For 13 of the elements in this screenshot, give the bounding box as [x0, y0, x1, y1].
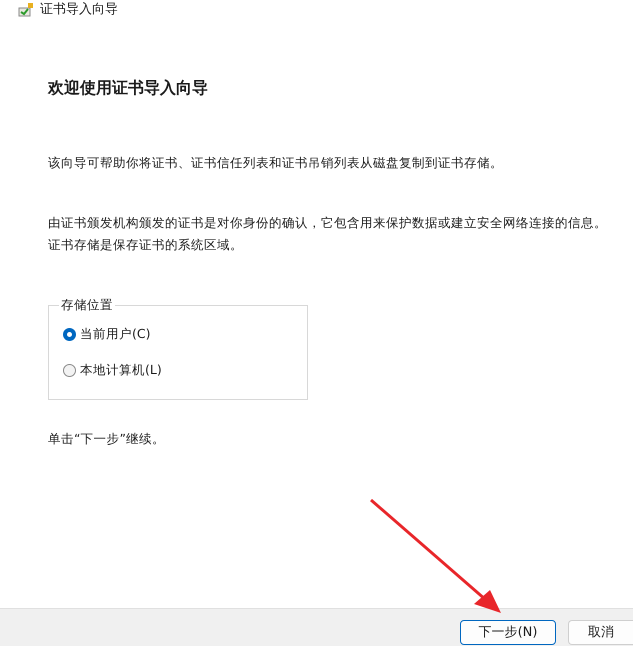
- wizard-heading: 欢迎使用证书导入向导: [48, 77, 209, 99]
- description-text: 该向导可帮助你将证书、证书信任列表和证书吊销列表从磁盘复制到证书存储。: [48, 154, 504, 172]
- radio-label[interactable]: 本地计算机(L): [80, 361, 162, 380]
- cancel-button[interactable]: 取消: [568, 620, 633, 645]
- radio-button[interactable]: [63, 328, 76, 342]
- radio-label[interactable]: 当前用户(C): [80, 325, 150, 344]
- window-title: 证书导入向导: [40, 1, 118, 20]
- radio-button[interactable]: [63, 364, 76, 378]
- instruction-text: 单击“下一步”继续。: [48, 430, 166, 448]
- next-button[interactable]: 下一步(N): [460, 620, 556, 645]
- description-text: 由证书颁发机构颁发的证书是对你身份的确认，它包含用来保护数据或建立安全网络连接的信息。证书存储是保存证书的系统区域。: [48, 214, 608, 254]
- group-legend: 存储位置: [59, 296, 115, 315]
- certificate-icon: [18, 3, 34, 17]
